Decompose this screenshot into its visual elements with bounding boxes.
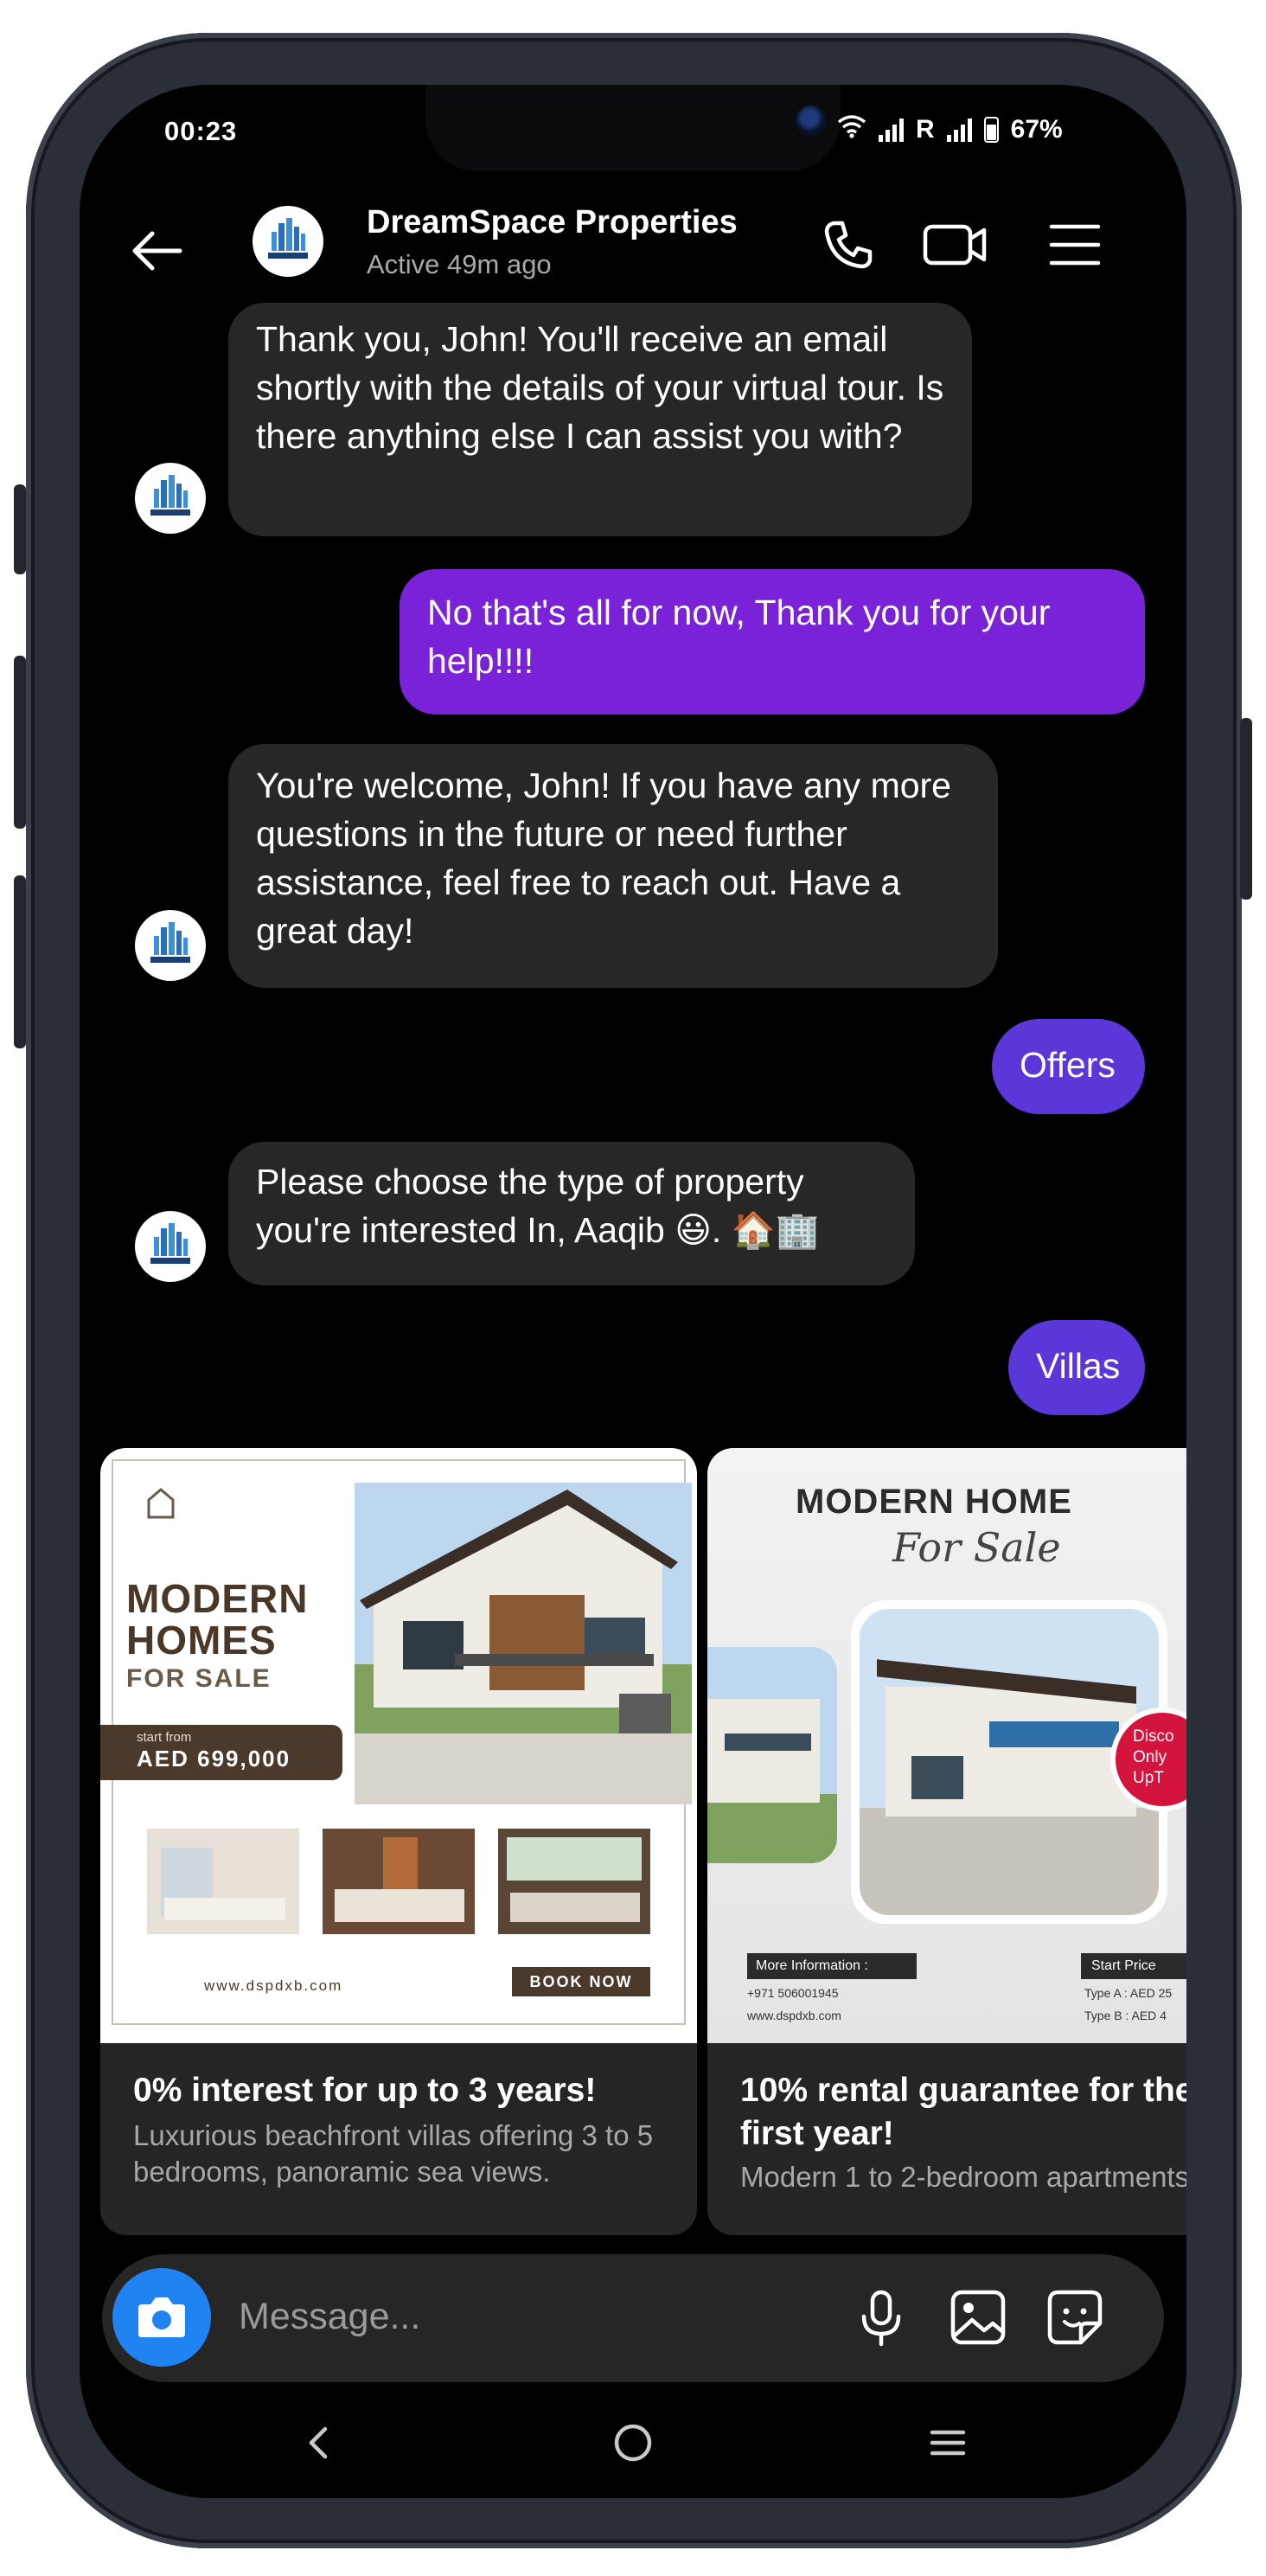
- offer-card[interactable]: MODERN HOME For Sale Disco Only UpT More…: [707, 1448, 1186, 2235]
- offer-card-title: 0% interest for up to 3 years!: [133, 2072, 597, 2109]
- voice-call-button[interactable]: [815, 211, 882, 279]
- sticker-icon: [1047, 2290, 1103, 2345]
- carrier-label: R: [916, 115, 935, 144]
- nav-recents-icon: [930, 2430, 966, 2456]
- offer-card[interactable]: MODERN HOMES FOR SALE start from AED 699…: [100, 1448, 697, 2235]
- battery-icon: [983, 117, 999, 143]
- nav-back-icon: [309, 2426, 328, 2459]
- signal-icon: [879, 118, 904, 142]
- message-bubble-outgoing[interactable]: Villas: [1008, 1320, 1145, 1415]
- message-avatar[interactable]: [135, 910, 206, 981]
- poster-type-b: Type B : AED 4: [1084, 2009, 1167, 2022]
- gallery-button[interactable]: [944, 2284, 1012, 2351]
- phone-screen: 00:23 R 67% DreamSpace Properties Active…: [80, 85, 1186, 2498]
- poster-heading: MODERN HOME: [796, 1483, 1072, 1521]
- power-button: [1240, 718, 1252, 900]
- status-indicators: R 67%: [837, 114, 1063, 145]
- poster-price-tag: start from AED 699,000: [100, 1725, 342, 1780]
- contact-name[interactable]: DreamSpace Properties: [367, 204, 738, 241]
- message-bubble-incoming[interactable]: Please choose the type of property you'r…: [228, 1142, 915, 1285]
- contact-active-status: Active 49m ago: [367, 249, 552, 279]
- poster-subheading: FOR SALE: [126, 1664, 272, 1693]
- offer-card-image: MODERN HOMES FOR SALE start from AED 699…: [100, 1448, 697, 2043]
- message-bubble-incoming[interactable]: You're welcome, John! If you have any mo…: [228, 744, 998, 988]
- poster-info-label: More Information :: [747, 1953, 917, 1979]
- back-button[interactable]: [123, 216, 192, 285]
- message-bubble-outgoing[interactable]: No that's all for now, Thank you for you…: [400, 569, 1145, 714]
- voice-message-button[interactable]: [847, 2284, 915, 2351]
- poster-type-a: Type A : AED 25: [1084, 1986, 1173, 2000]
- battery-percent: 67%: [1010, 115, 1063, 144]
- nav-back-button[interactable]: [275, 2400, 361, 2486]
- volume-up-button: [14, 656, 26, 829]
- poster-script: For Sale: [892, 1524, 1061, 1571]
- poster-interior-photo: [147, 1829, 299, 1934]
- poster-interior-photo: [323, 1829, 475, 1934]
- phone-icon: [824, 221, 873, 269]
- message-bubble-outgoing[interactable]: Offers: [992, 1019, 1145, 1114]
- poster-price-label: Start Price: [1081, 1953, 1186, 1979]
- offer-card-image: MODERN HOME For Sale Disco Only UpT More…: [707, 1448, 1186, 2043]
- sticker-button[interactable]: [1041, 2284, 1109, 2351]
- poster-heading: MODERN HOMES: [126, 1576, 309, 1663]
- nav-home-button[interactable]: [590, 2400, 676, 2486]
- microphone-icon: [861, 2290, 901, 2347]
- poster-website: www.dspdxb.com: [747, 2009, 841, 2022]
- message-bubble-incoming[interactable]: Thank you, John! You'll receive an email…: [228, 303, 972, 536]
- menu-icon: [1049, 224, 1101, 266]
- poster-phone: +971 506001945: [747, 1986, 839, 2000]
- message-avatar[interactable]: [135, 463, 206, 534]
- volume-down-button: [14, 875, 26, 1048]
- dreamspace-logo-icon: [150, 1223, 190, 1264]
- camera-button[interactable]: [112, 2268, 211, 2367]
- notch: [425, 85, 841, 171]
- message-avatar[interactable]: [135, 1211, 206, 1282]
- poster-interior-photo: [498, 1829, 650, 1934]
- poster-side-photo: [707, 1647, 837, 1863]
- contact-avatar[interactable]: [253, 206, 323, 277]
- poster-book-now: BOOK NOW: [512, 1967, 650, 1996]
- offer-card-description: Luxurious beachfront villas offering 3 t…: [133, 2119, 654, 2188]
- gallery-icon: [950, 2290, 1006, 2345]
- dreamspace-logo-icon: [268, 218, 308, 259]
- offer-card-description: Modern 1 to 2-bedroom apartments: [740, 2161, 1186, 2193]
- nav-recents-button[interactable]: [905, 2400, 991, 2486]
- signal-icon-2: [946, 118, 972, 142]
- message-input[interactable]: Message...: [239, 2296, 420, 2338]
- poster-website: www.dspdxb.com: [204, 1977, 343, 1994]
- side-button: [14, 484, 26, 574]
- status-time: 00:23: [164, 116, 238, 146]
- dreamspace-logo-icon: [150, 475, 190, 516]
- video-call-button[interactable]: [918, 211, 993, 279]
- camera-icon: [138, 2297, 185, 2337]
- nav-home-icon: [614, 2424, 652, 2462]
- offer-card-title: 10% rental guarantee for the first year!: [740, 2072, 1186, 2152]
- dreamspace-logo-icon: [150, 922, 190, 963]
- video-camera-icon: [923, 224, 987, 266]
- back-arrow-icon: [132, 231, 182, 271]
- wifi-icon: [837, 114, 866, 145]
- options-menu-button[interactable]: [1041, 211, 1109, 279]
- front-camera: [796, 106, 827, 137]
